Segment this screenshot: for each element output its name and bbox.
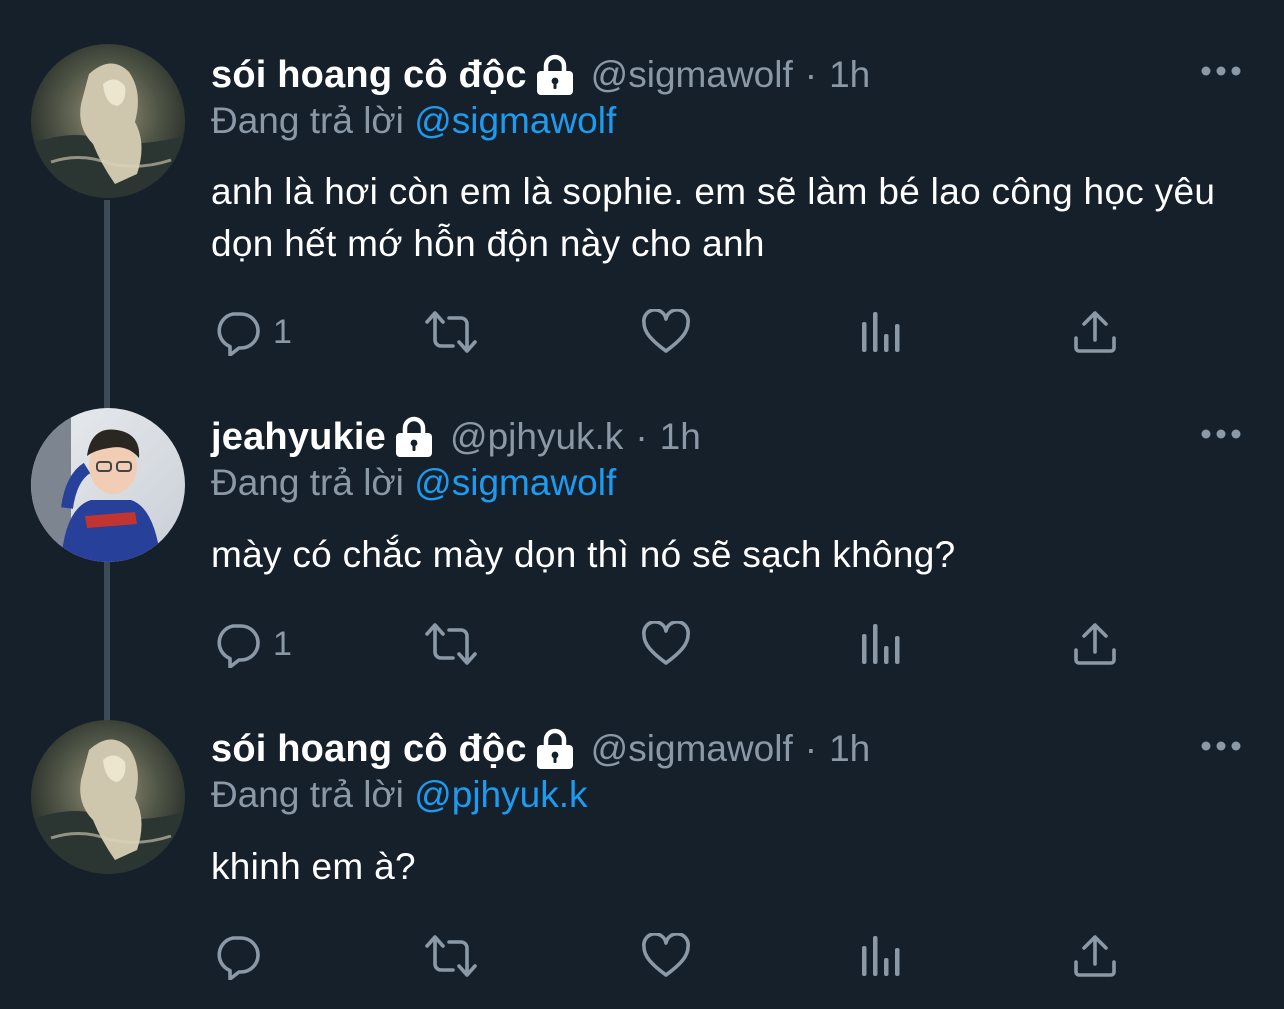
tweet-header: sói hoang cô độc @sigmawolf · 1h <box>211 724 870 774</box>
reply-button[interactable] <box>213 930 273 982</box>
share-icon <box>1073 934 1117 978</box>
tweet-text: khinh em à? <box>211 846 416 887</box>
analytics-icon <box>859 934 903 978</box>
share-button[interactable] <box>1073 930 1117 982</box>
retweet-button[interactable] <box>423 930 479 982</box>
replying-to-label: Đang trả lời <box>211 774 404 815</box>
replying-to: Đang trả lời @pjhyuk.k <box>211 774 587 816</box>
username[interactable]: @sigmawolf <box>591 728 793 770</box>
more-options-icon[interactable] <box>1200 739 1242 753</box>
timestamp[interactable]: 1h <box>829 728 870 770</box>
like-button[interactable] <box>641 930 691 982</box>
tweet[interactable]: sói hoang cô độc @sigmawolf · 1h Đang tr… <box>0 0 1284 1009</box>
heart-icon <box>641 933 691 979</box>
display-name[interactable]: sói hoang cô độc <box>211 728 527 771</box>
lock-icon <box>535 728 575 770</box>
tweet-thread: sói hoang cô độc @sigmawolf · 1h Đang tr… <box>0 0 1284 1009</box>
avatar[interactable] <box>31 720 185 874</box>
mention-link[interactable]: @pjhyuk.k <box>414 774 587 815</box>
avatar-image <box>31 720 185 874</box>
retweet-icon <box>423 932 479 980</box>
separator: · <box>804 728 818 769</box>
tweet-actions <box>211 930 1131 982</box>
reply-icon <box>213 932 261 980</box>
views-button[interactable] <box>859 930 903 982</box>
